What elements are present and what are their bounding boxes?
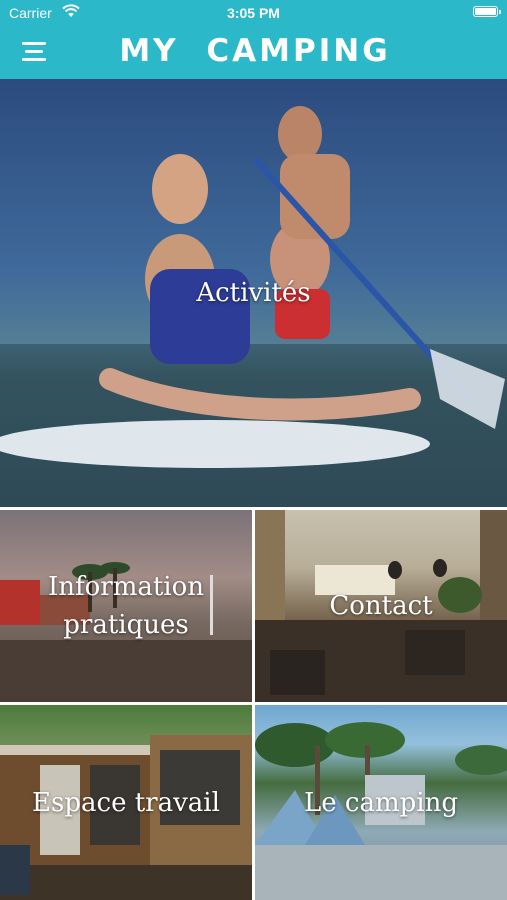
tile-activites[interactable]: Activités [0, 79, 507, 507]
label-line-1: Information [47, 572, 205, 602]
label-line-2: pratiques [63, 610, 189, 640]
hamburger-menu-icon[interactable] [22, 40, 48, 64]
status-bar: Carrier 3:05 PM [0, 0, 507, 26]
app-header: Carrier 3:05 PM MY CAMPING [0, 0, 507, 79]
battery-icon [473, 6, 501, 17]
tile-le-camping[interactable]: Le camping [255, 705, 507, 900]
tile-information-pratiques[interactable]: Information pratiques [0, 510, 252, 702]
tile-contact[interactable]: Contact [255, 510, 507, 702]
clock: 3:05 PM [227, 5, 280, 21]
tile-label-activites: Activités [196, 278, 311, 308]
app-title: MY CAMPING [119, 33, 391, 69]
tile-label-information-pratiques: Information pratiques [48, 568, 204, 644]
tile-label-contact: Contact [329, 591, 433, 621]
tile-espace-travail[interactable]: Espace travail [0, 705, 252, 900]
tile-label-espace-travail: Espace travail [32, 787, 220, 818]
tile-label-le-camping: Le camping [304, 787, 458, 818]
